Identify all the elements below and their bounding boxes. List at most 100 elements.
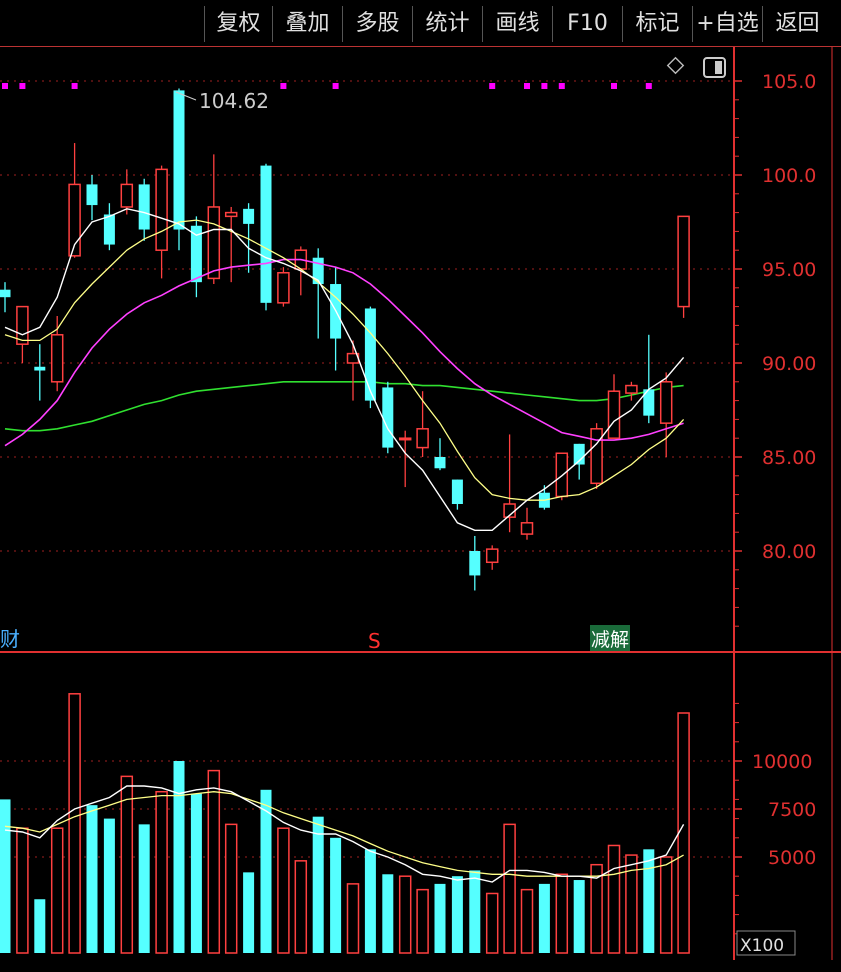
candle [607, 374, 621, 439]
candle [224, 206, 238, 283]
annotations: 104.62 财 S 减解 [0, 56, 726, 653]
candle [520, 507, 534, 540]
toolbar-button-2[interactable]: 叠加 [272, 6, 342, 42]
price-tick-label: 90.00 [762, 353, 816, 375]
toolbar-button-7[interactable]: 标记 [622, 6, 692, 42]
volume-bar [190, 793, 202, 953]
volume-bar [0, 799, 11, 953]
candle-body [469, 551, 481, 576]
toolbar-button-6[interactable]: F10 [552, 6, 622, 42]
ma20-line [4, 258, 684, 447]
signal-dot [19, 83, 26, 89]
volume-bar [120, 775, 134, 954]
volume-unit-label: X100 [740, 936, 784, 956]
candle [469, 535, 481, 591]
candle-body [398, 437, 412, 441]
candle [434, 438, 446, 471]
signal-dot [524, 83, 530, 89]
moving-average-lines [4, 208, 685, 531]
volume-bar [330, 837, 342, 953]
volume-bar [173, 761, 185, 953]
volume-tick-label: 7500 [768, 799, 816, 821]
volume-bar [68, 693, 81, 954]
candle-body [207, 206, 221, 280]
signal-dot [489, 83, 496, 89]
earnings-tag[interactable]: 财 [0, 627, 20, 651]
volume-bar [434, 883, 446, 953]
candle [659, 372, 673, 457]
candle [503, 434, 516, 533]
candle [260, 163, 272, 311]
price-tick-label: 85.00 [762, 447, 816, 469]
volume-bar [503, 823, 516, 954]
candle [155, 165, 168, 279]
volume-bar [86, 805, 98, 953]
candle [0, 282, 11, 313]
candle-body [590, 428, 603, 485]
price-tick-label: 80.00 [762, 541, 816, 563]
toolbar-button-9[interactable]: 返回 [762, 6, 832, 42]
signal-dot [541, 83, 548, 89]
diamond-icon[interactable] [666, 56, 685, 75]
signal-dot [611, 83, 617, 89]
candle-body [155, 168, 168, 251]
candle-body [86, 184, 98, 206]
volume-bar [207, 769, 221, 954]
toolbar-button-4[interactable]: 统计 [412, 6, 482, 42]
price-tick-label: 95.00 [762, 259, 816, 281]
volume-tick-label: 10000 [752, 751, 812, 773]
volume-bar [520, 888, 534, 954]
candle-body [243, 208, 255, 224]
signal-dot [332, 83, 339, 89]
volume-bar [346, 883, 360, 954]
volume-bar [485, 892, 499, 954]
ma60-line [4, 381, 684, 432]
s-tag[interactable]: S [368, 629, 381, 653]
volume-bar [677, 712, 690, 954]
candle [120, 169, 134, 215]
price-tick-label: 100.0 [762, 165, 816, 187]
price-tick-label: 105.0 [762, 71, 816, 93]
signal-dot [558, 83, 565, 89]
volume-bar [451, 876, 463, 953]
volume-bar [312, 816, 324, 953]
candle-body [607, 390, 621, 439]
toolbar-button-8[interactable]: +自选 [692, 6, 762, 42]
unlock-tag[interactable]: 减解 [591, 629, 629, 651]
volume-bar [398, 875, 412, 954]
volume-bar [469, 870, 481, 953]
signal-dots [2, 83, 652, 89]
volume-bar [50, 827, 64, 954]
candle [34, 344, 46, 401]
volume-bar [538, 883, 550, 953]
candle-body [485, 548, 499, 564]
candle [677, 215, 690, 318]
candle [451, 479, 463, 510]
volume-bar [382, 874, 394, 953]
toolbar-button-3[interactable]: 多股 [342, 6, 412, 42]
toolbar-button-1[interactable]: 复权 [204, 6, 272, 42]
signal-dot [2, 83, 8, 89]
candle [138, 178, 150, 241]
volume-bar [659, 856, 673, 954]
candle [243, 203, 255, 273]
candle [625, 381, 638, 401]
volume-bar [138, 824, 150, 953]
candle-body [0, 289, 11, 298]
volume-tick-label: 5000 [768, 847, 816, 869]
panel-toggle-icon[interactable] [703, 57, 726, 78]
candle-body [625, 384, 638, 394]
toolbar-button-5[interactable]: 画线 [482, 6, 552, 42]
candle-body [434, 457, 446, 469]
signal-dot [71, 83, 78, 89]
candle [277, 267, 290, 307]
candle-body [120, 183, 134, 208]
candle [50, 316, 64, 392]
candle-body [677, 215, 690, 308]
candle-body [277, 272, 290, 304]
candle-body [520, 522, 534, 535]
volume-bar [416, 888, 429, 954]
candle [346, 340, 360, 401]
candle [86, 175, 98, 221]
candle-body [416, 428, 429, 449]
